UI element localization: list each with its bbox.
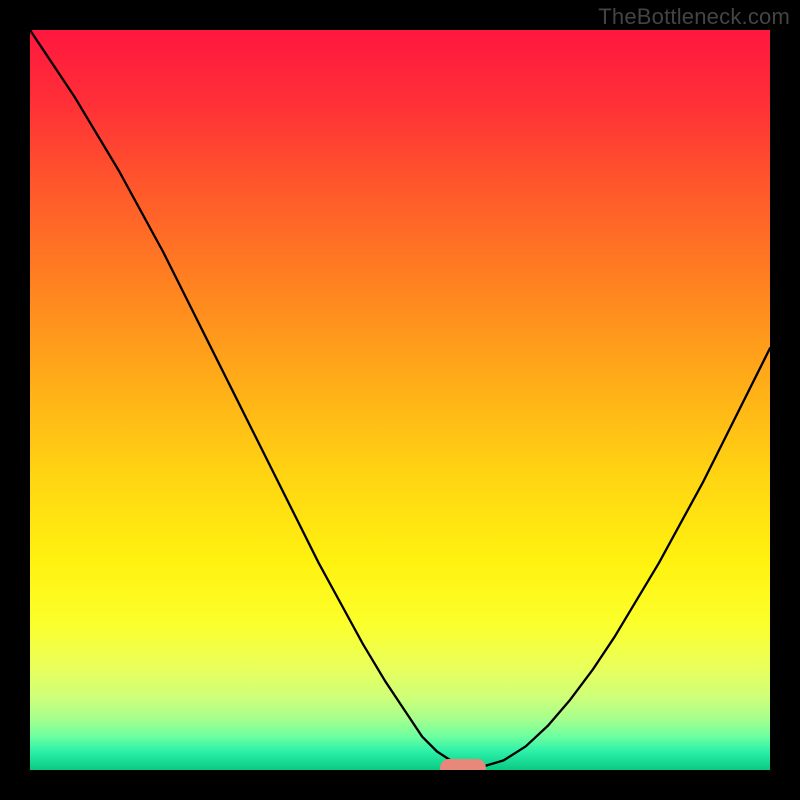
plot-area — [30, 30, 770, 770]
minimum-marker — [440, 759, 486, 770]
gradient-background — [30, 30, 770, 770]
gradient-rect — [30, 30, 770, 770]
watermark-text: TheBottleneck.com — [598, 4, 790, 30]
chart-frame: TheBottleneck.com — [0, 0, 800, 800]
